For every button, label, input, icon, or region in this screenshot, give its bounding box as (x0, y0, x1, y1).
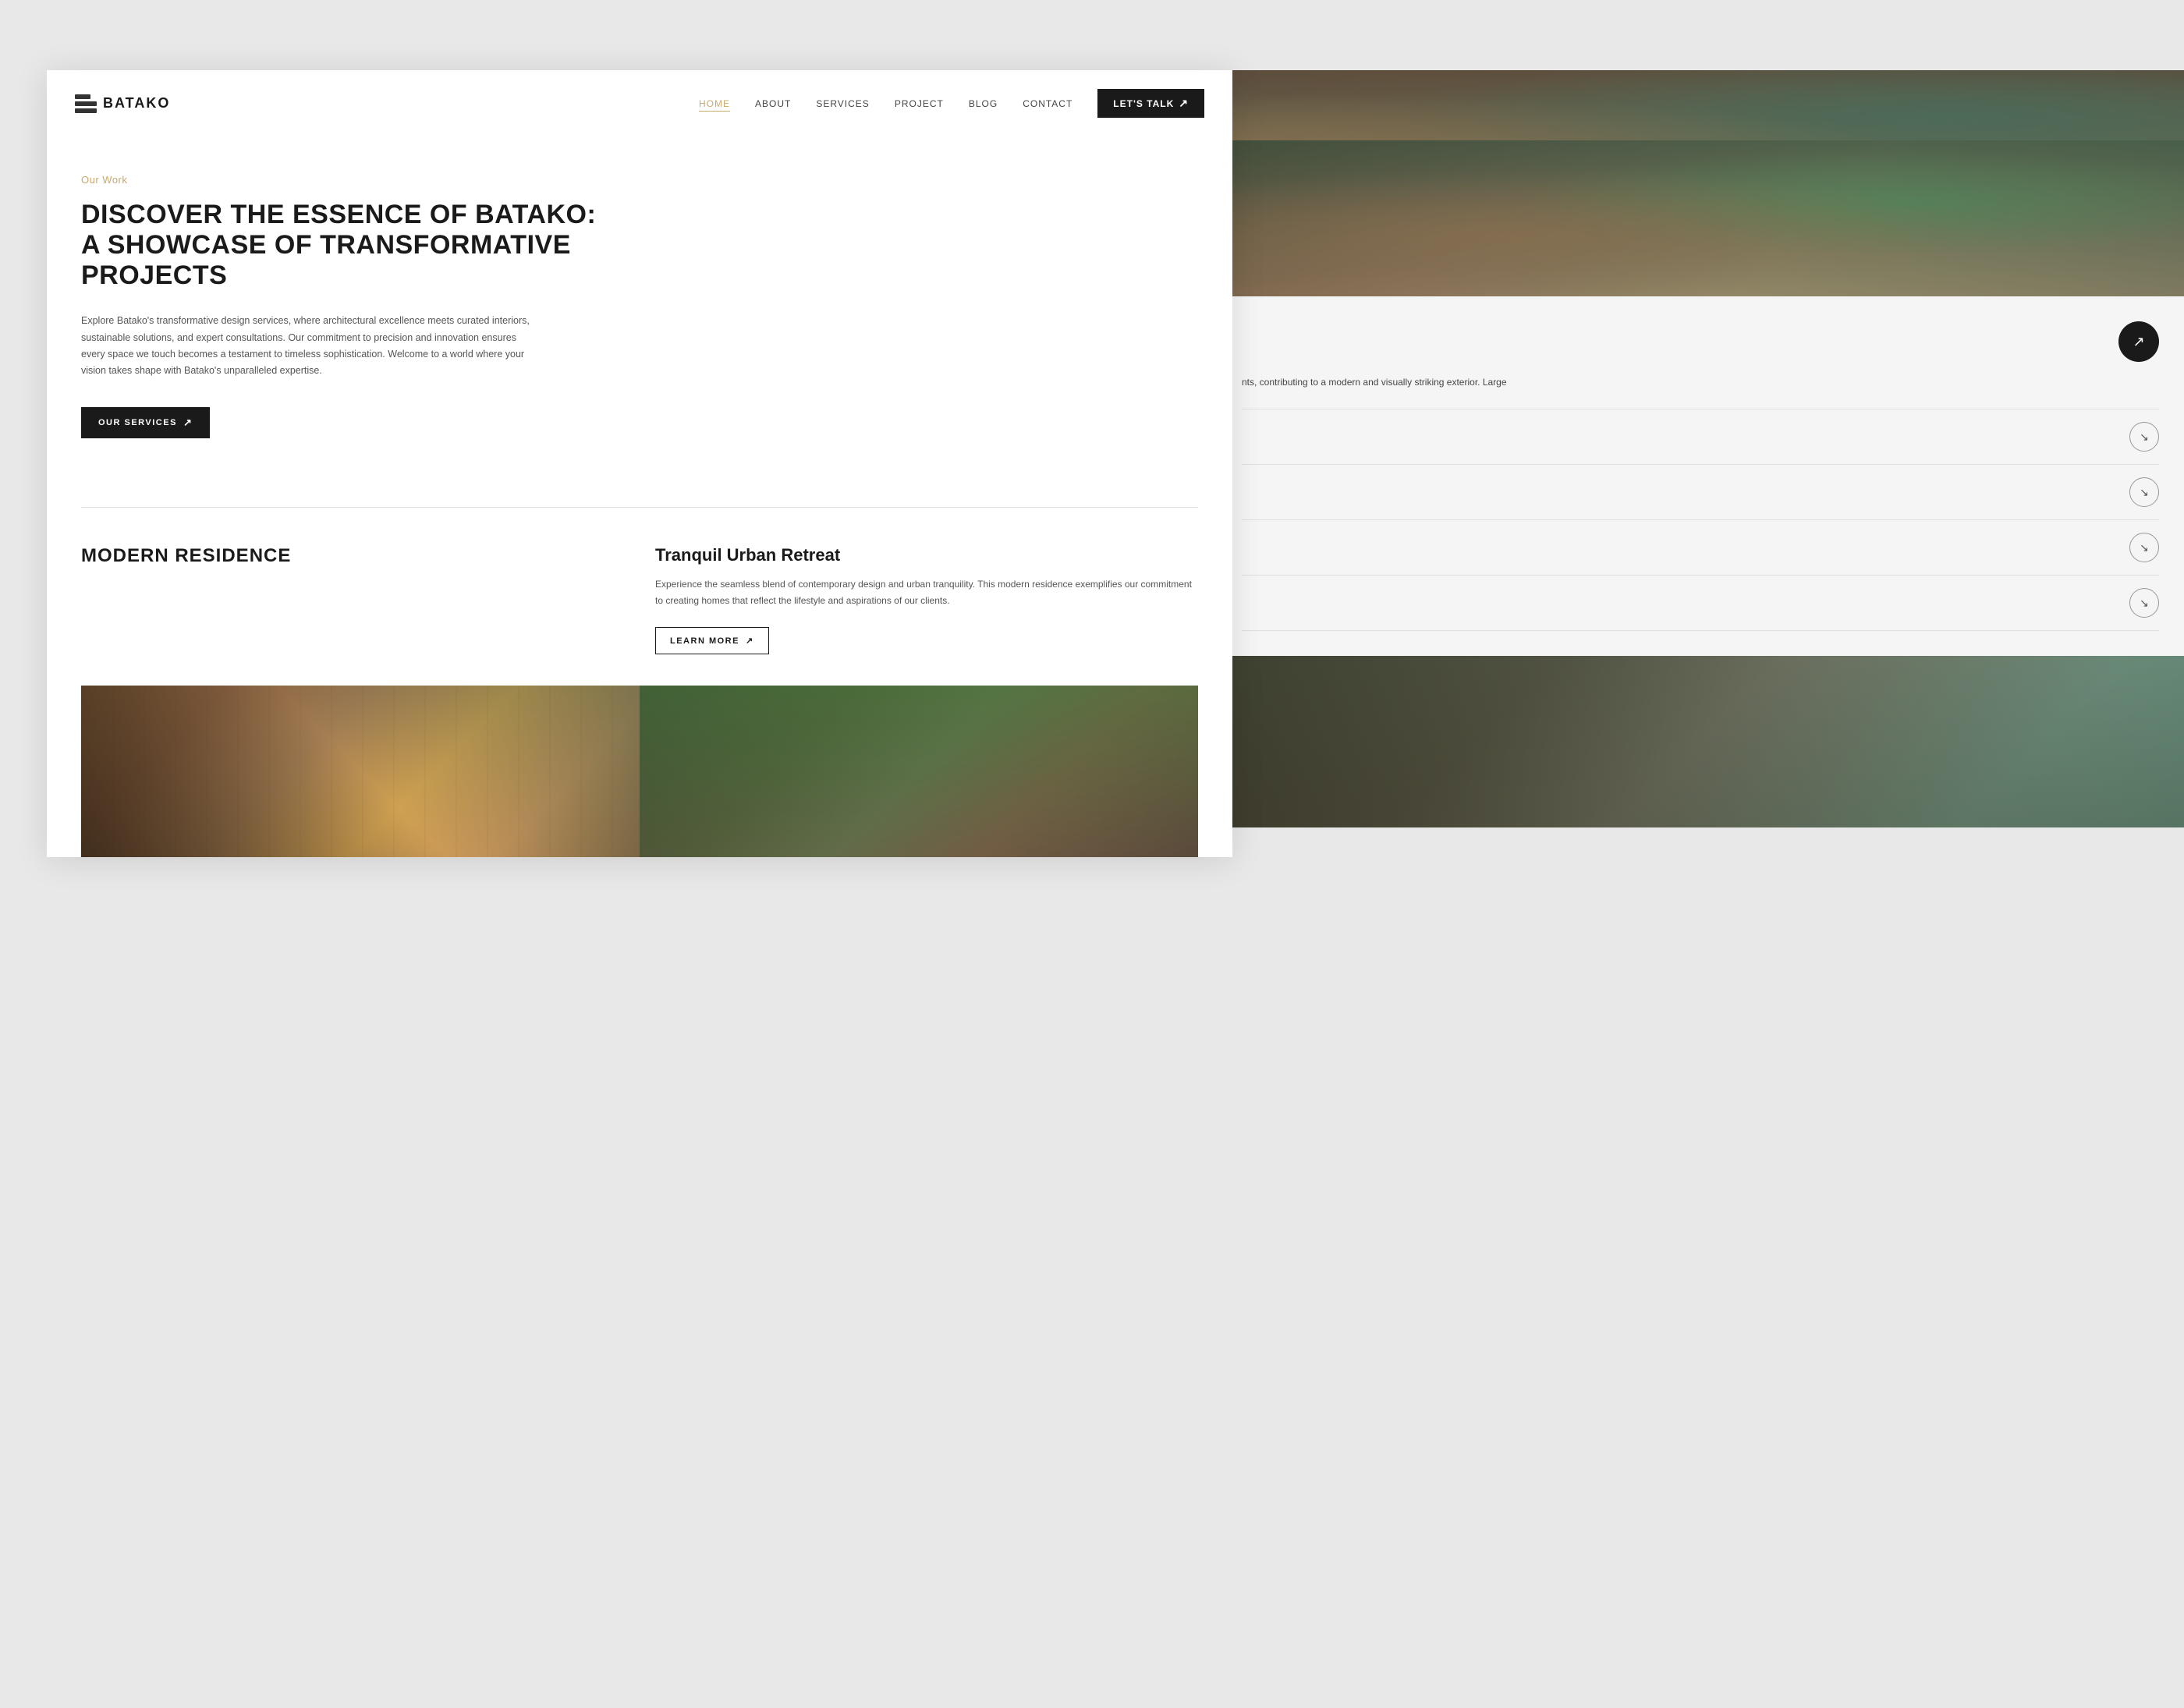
project-list: ↘ ↘ ↘ ↘ (1242, 409, 2159, 631)
right-panel-bottom-image (1217, 656, 2184, 827)
nav-link-services[interactable]: SERVICES (816, 98, 869, 109)
main-content: Our Work DISCOVER THE ESSENCE OF BATAKO:… (47, 136, 1232, 470)
learn-more-arrow-icon: ↗ (746, 636, 754, 646)
nav-item-blog[interactable]: BLOG (969, 97, 998, 111)
right-panel-top-image (1217, 140, 2184, 296)
residence-title: MODERN RESIDENCE (81, 545, 624, 568)
learn-more-button[interactable]: LEARN MORE ↗ (655, 627, 769, 654)
nav-link-about[interactable]: ABOUT (755, 98, 791, 109)
logo-icon (75, 94, 97, 113)
lets-talk-label: LET'S TALK (1113, 98, 1174, 109)
section-divider (81, 507, 1198, 508)
right-panel-content: ↗ nts, contributing to a modern and visu… (1217, 296, 2184, 656)
heading-line-1: DISCOVER THE ESSENCE OF BATAKO: (81, 200, 596, 229)
right-panel: ↗ nts, contributing to a modern and visu… (1217, 140, 2184, 827)
hero-description: Explore Batako's transformative design s… (81, 313, 534, 379)
nav-link-blog[interactable]: BLOG (969, 98, 998, 109)
retreat-description: Experience the seamless blend of contemp… (655, 576, 1198, 608)
heading-line-3: PROJECTS (81, 260, 227, 290)
project-item-arrow-button-2[interactable]: ↘ (2129, 477, 2159, 507)
residence-section: MODERN RESIDENCE Tranquil Urban Retreat … (47, 545, 1232, 686)
our-services-button[interactable]: OUR SERVICES ↗ (81, 407, 210, 438)
nav-link-contact[interactable]: CONTACT (1023, 98, 1072, 109)
lets-talk-button[interactable]: LET'S TALK ↗ (1097, 89, 1204, 118)
navbar: BATAKO HOME ABOUT SERVICES PROJECT BLOG (47, 70, 1232, 136)
retreat-title: Tranquil Urban Retreat (655, 545, 1198, 565)
nav-link-home[interactable]: HOME (699, 98, 730, 112)
list-item: ↘ (1242, 464, 2159, 519)
logo: BATAKO (75, 94, 170, 113)
nav-item-services[interactable]: SERVICES (816, 97, 869, 111)
nav-item-home[interactable]: HOME (699, 97, 730, 111)
project-item-arrow-button-1[interactable]: ↘ (2129, 422, 2159, 452)
heading-line-2: A SHOWCASE OF TRANSFORMATIVE (81, 230, 571, 260)
gallery-exterior-image (640, 686, 1198, 857)
panel-circle-arrow-button[interactable]: ↗ (2118, 321, 2159, 362)
list-item: ↘ (1242, 409, 2159, 464)
retreat-col: Tranquil Urban Retreat Experience the se… (655, 545, 1198, 654)
list-item: ↘ (1242, 519, 2159, 575)
list-item: ↘ (1242, 575, 2159, 631)
image-gallery (81, 686, 1198, 857)
brand-name: BATAKO (103, 95, 170, 112)
lets-talk-arrow-icon: ↗ (1179, 97, 1189, 110)
logo-bar-1 (75, 94, 90, 99)
residence-title-col: MODERN RESIDENCE (81, 545, 624, 568)
learn-more-label: LEARN MORE (670, 636, 739, 646)
our-services-arrow-icon: ↗ (183, 416, 193, 429)
project-item-arrow-button-4[interactable]: ↘ (2129, 588, 2159, 618)
nav-item-project[interactable]: PROJECT (895, 97, 944, 111)
eyebrow-label: Our Work (81, 174, 1198, 186)
right-description: nts, contributing to a modern and visual… (1242, 374, 2159, 390)
gallery-interior-image (81, 686, 640, 857)
main-card: BATAKO HOME ABOUT SERVICES PROJECT BLOG (47, 70, 1232, 857)
logo-bar-3 (75, 108, 97, 113)
nav-item-contact[interactable]: CONTACT (1023, 97, 1072, 111)
nav-link-project[interactable]: PROJECT (895, 98, 944, 109)
project-item-arrow-button-3[interactable]: ↘ (2129, 533, 2159, 562)
main-heading: DISCOVER THE ESSENCE OF BATAKO: A SHOWCA… (81, 200, 1198, 291)
nav-item-about[interactable]: ABOUT (755, 97, 791, 111)
nav-links: HOME ABOUT SERVICES PROJECT BLOG CONTACT (699, 97, 1072, 111)
our-services-label: OUR SERVICES (98, 418, 177, 427)
logo-bar-2 (75, 101, 97, 106)
